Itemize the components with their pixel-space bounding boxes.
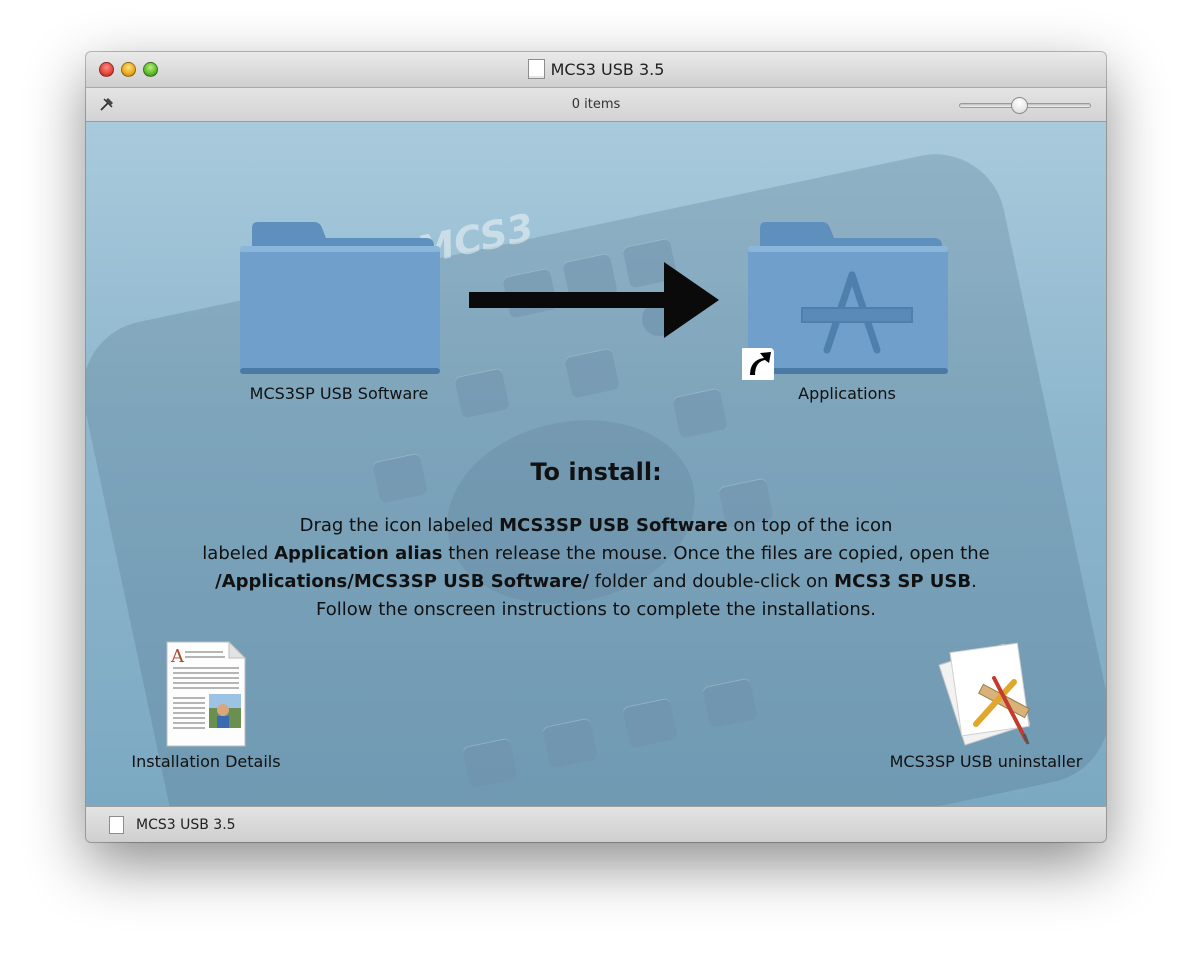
slider-knob[interactable] bbox=[1010, 97, 1028, 114]
instructions-line-1: Drag the icon labeled MCS3SP USB Softwar… bbox=[299, 515, 893, 536]
info-bar: 0 items bbox=[86, 88, 1106, 122]
items-count: 0 items bbox=[571, 97, 621, 112]
applications-folder-alias-icon[interactable] bbox=[742, 220, 952, 380]
software-folder-item[interactable]: MCS3SP USB Software bbox=[204, 220, 474, 403]
document-icon[interactable]: A bbox=[165, 640, 247, 748]
icon-size-slider[interactable] bbox=[959, 97, 1091, 114]
instructions-line-3: /Applications/MCS3SP USB Software/ folde… bbox=[215, 571, 977, 592]
path-bar: MCS3 USB 3.5 bbox=[86, 806, 1106, 842]
title-bar[interactable]: MCS3 USB 3.5 bbox=[86, 52, 1106, 88]
installation-details-item[interactable]: A Installation Details bbox=[106, 640, 306, 771]
uninstaller-item[interactable]: MCS3SP USB uninstaller bbox=[866, 638, 1106, 771]
uninstaller-label: MCS3SP USB uninstaller bbox=[889, 752, 1083, 771]
path-bar-label[interactable]: MCS3 USB 3.5 bbox=[136, 817, 236, 833]
svg-text:A: A bbox=[170, 646, 185, 667]
script-app-icon[interactable] bbox=[936, 638, 1036, 748]
instructions-body: Drag the icon labeled MCS3SP USB Softwar… bbox=[106, 512, 1086, 624]
applications-label: Applications bbox=[798, 384, 896, 403]
software-folder-label: MCS3SP USB Software bbox=[249, 384, 429, 403]
window-title: MCS3 USB 3.5 bbox=[86, 59, 1106, 79]
arrow-right-icon bbox=[469, 262, 719, 338]
installation-details-label: Installation Details bbox=[131, 752, 281, 771]
install-instructions: To install: Drag the icon labeled MCS3SP… bbox=[106, 458, 1086, 624]
instructions-heading: To install: bbox=[530, 458, 662, 486]
folder-icon[interactable] bbox=[234, 220, 444, 380]
instructions-line-2: labeled Application alias then release t… bbox=[202, 543, 990, 564]
window-content: MCS3 MCS3SP USB Software Applications To… bbox=[86, 122, 1106, 806]
disk-image-document-icon[interactable] bbox=[109, 816, 124, 834]
applications-alias-item[interactable]: Applications bbox=[722, 220, 972, 403]
finder-window: MCS3 USB 3.5 0 items MCS3 MCS3SP USB Sof… bbox=[86, 52, 1106, 842]
page: MCS3 USB 3.5 0 items MCS3 MCS3SP USB Sof… bbox=[0, 0, 1178, 954]
window-title-text: MCS3 USB 3.5 bbox=[550, 60, 665, 79]
disk-image-document-icon bbox=[527, 59, 545, 79]
instructions-line-4: Follow the onscreen instructions to comp… bbox=[316, 599, 876, 620]
